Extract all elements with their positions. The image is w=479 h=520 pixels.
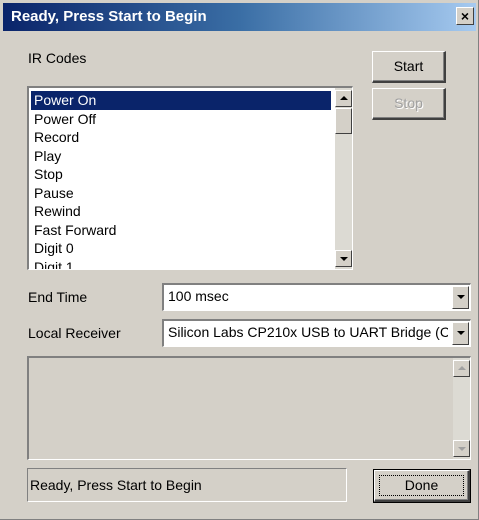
focus-indicator (379, 475, 464, 496)
ir-code-item[interactable]: Rewind (31, 202, 331, 221)
local-receiver-value: Silicon Labs CP210x USB to UART Bridge (… (168, 324, 448, 340)
log-scroll-down-button[interactable] (453, 440, 470, 457)
title-bar[interactable]: Ready, Press Start to Begin × (3, 3, 476, 31)
end-time-value: 100 msec (168, 288, 229, 304)
close-button[interactable]: × (456, 7, 474, 25)
start-button-label: Start (393, 58, 424, 74)
ir-codes-items: Power On Power Off Record Play Stop Pause Rewi… (31, 91, 331, 270)
ir-code-item[interactable]: Play (31, 147, 331, 166)
arrow-down-icon (340, 257, 348, 261)
start-button[interactable]: Start (372, 51, 446, 83)
ir-code-item[interactable]: Fast Forward (31, 221, 331, 240)
stop-button[interactable]: Stop (372, 88, 446, 120)
end-time-dropdown-button[interactable] (452, 286, 469, 309)
local-receiver-select[interactable]: Silicon Labs CP210x USB to UART Bridge (… (162, 319, 471, 347)
ir-codes-scrollbar[interactable] (335, 88, 352, 269)
end-time-select[interactable]: 100 msec (162, 283, 471, 311)
arrow-up-icon (340, 96, 348, 100)
status-text: Ready, Press Start to Begin (30, 477, 202, 493)
scroll-down-button[interactable] (335, 250, 352, 267)
stop-button-label: Stop (394, 95, 423, 111)
scroll-thumb[interactable] (335, 108, 352, 134)
arrow-up-icon (458, 366, 466, 370)
log-scroll-up-button[interactable] (453, 360, 470, 377)
ir-code-item[interactable]: Stop (31, 165, 331, 184)
local-receiver-dropdown-button[interactable] (452, 322, 469, 345)
window-title: Ready, Press Start to Begin (11, 8, 207, 25)
output-log-scrollbar[interactable] (453, 358, 470, 459)
scroll-up-button[interactable] (335, 90, 352, 107)
ir-code-item[interactable]: Pause (31, 184, 331, 203)
ir-code-item[interactable]: Power Off (31, 110, 331, 129)
ir-codes-list[interactable]: Power On Power Off Record Play Stop Pause Rewi… (27, 86, 353, 270)
ir-code-item[interactable]: Record (31, 128, 331, 147)
dialog-window: Ready, Press Start to Begin × IR Codes S… (0, 0, 479, 520)
status-bar: Ready, Press Start to Begin (27, 468, 347, 502)
ir-code-item[interactable]: Digit 0 (31, 239, 331, 258)
close-icon: × (460, 8, 470, 24)
ir-codes-label: IR Codes (28, 50, 87, 66)
ir-code-item[interactable]: Digit 1 (31, 258, 331, 270)
output-log-box[interactable] (27, 356, 471, 460)
done-button[interactable]: Done (373, 469, 471, 503)
chevron-down-icon (457, 295, 465, 299)
end-time-label: End Time (28, 289, 88, 305)
arrow-down-icon (458, 447, 466, 451)
local-receiver-label: Local Receiver (28, 325, 121, 341)
chevron-down-icon (457, 331, 465, 335)
ir-code-item[interactable]: Power On (31, 91, 331, 110)
